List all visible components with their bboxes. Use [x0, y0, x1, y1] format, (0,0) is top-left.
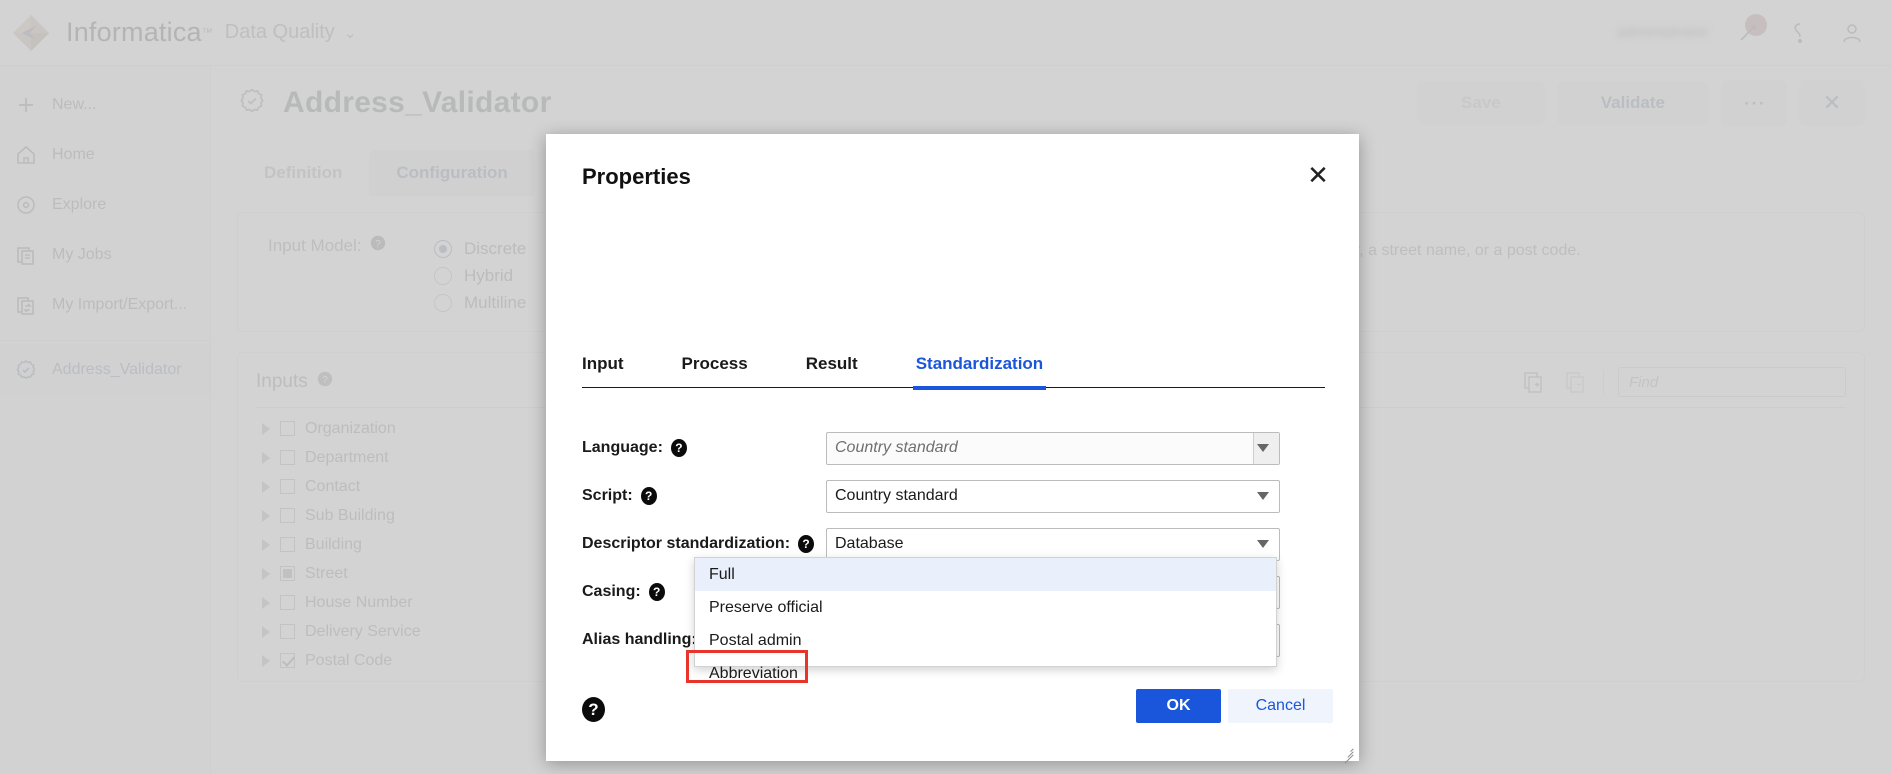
chevron-down-icon — [1257, 492, 1269, 500]
field-row-script: Script: ? Country standard — [582, 472, 1325, 520]
script-label: Script: — [582, 487, 633, 504]
tab-standardization[interactable]: Standardization — [912, 354, 1046, 390]
script-value: Country standard — [835, 487, 958, 504]
tab-process[interactable]: Process — [682, 354, 748, 387]
dropdown-option-abbreviation[interactable]: Abbreviation — [695, 657, 1276, 690]
tab-result[interactable]: Result — [806, 354, 858, 387]
chevron-down-icon — [1257, 444, 1269, 452]
help-icon[interactable]: ? — [640, 487, 657, 505]
help-icon[interactable]: ? — [798, 535, 815, 553]
tab-input[interactable]: Input — [582, 354, 624, 387]
descriptor-standardization-label-group: Descriptor standardization: ? — [582, 535, 826, 553]
alias-handling-dropdown-list: Full Preserve official Postal admin Abbr… — [694, 557, 1277, 682]
chevron-down-icon — [1257, 540, 1269, 548]
language-select[interactable]: Country standard — [826, 431, 1280, 465]
script-label-group: Script: ? — [582, 487, 826, 505]
close-icon[interactable]: ✕ — [1301, 158, 1335, 192]
descriptor-standardization-value: Database — [835, 535, 904, 552]
descriptor-standardization-select[interactable]: Database — [826, 527, 1280, 561]
help-icon[interactable]: ? — [648, 583, 665, 601]
dropdown-option-postal-admin[interactable]: Postal admin — [695, 624, 1276, 657]
alias-handling-label: Alias handling: — [582, 631, 697, 648]
field-row-language: Language: ? Country standard — [582, 424, 1325, 472]
descriptor-standardization-label: Descriptor standardization: — [582, 535, 791, 552]
resize-handle[interactable] — [1339, 742, 1354, 764]
casing-label: Casing: — [582, 583, 641, 600]
language-value: Country standard — [835, 439, 958, 456]
dialog-tabs: Input Process Result Standardization — [582, 354, 1325, 390]
dropdown-option-preserve-official[interactable]: Preserve official — [695, 591, 1276, 624]
dialog-title: Properties — [582, 164, 691, 189]
help-icon[interactable]: ? — [670, 439, 687, 457]
language-label-group: Language: ? — [582, 439, 826, 457]
screen-root: Informatica ™ Data Quality ⌄ administrat… — [0, 0, 1891, 774]
cancel-button[interactable]: Cancel — [1228, 689, 1333, 723]
help-icon[interactable]: ? — [582, 697, 605, 722]
ok-button[interactable]: OK — [1136, 689, 1221, 723]
language-label: Language: — [582, 439, 663, 456]
dropdown-option-full[interactable]: Full — [695, 558, 1276, 591]
script-select[interactable]: Country standard — [826, 479, 1280, 513]
